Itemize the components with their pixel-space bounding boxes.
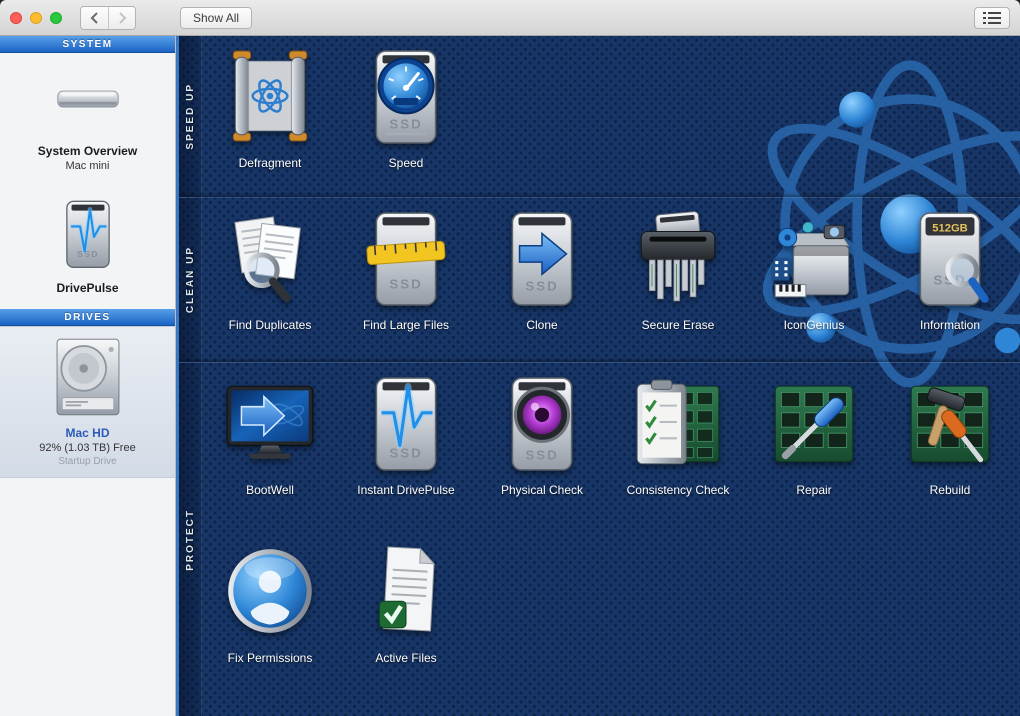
tool-label: Physical Check <box>500 483 584 497</box>
view-toggle-button[interactable] <box>974 6 1010 29</box>
bootwell-icon <box>219 365 321 481</box>
sidebar-item-system-overview[interactable]: System Overview Mac mini <box>0 53 175 172</box>
section-label: SPEED UP <box>184 83 196 150</box>
tool-physical-check[interactable]: SSD Physical Check <box>474 365 610 533</box>
forward-button[interactable] <box>108 6 135 29</box>
tool-label: IconGenius <box>783 318 845 332</box>
section-rail-clean-up: CLEAN UP <box>179 198 202 362</box>
sidebar-item-subtitle: 92% (1.03 TB) Free <box>39 442 136 454</box>
speed-icon: SSD <box>355 38 457 154</box>
main-panel: SPEED UP Defragment SSD Speed CLEAN UP F… <box>176 36 1020 716</box>
tool-label: Speed <box>388 156 424 170</box>
tool-label: Repair <box>796 483 832 497</box>
tool-label: Instant DrivePulse <box>357 483 455 497</box>
sidebar-item-title: DrivePulse <box>56 281 119 295</box>
fix-permissions-icon <box>219 533 321 649</box>
show-all-label: Show All <box>193 10 240 25</box>
tool-find-large-files[interactable]: SSD Find Large Files <box>338 200 474 350</box>
hard-drive-icon <box>56 338 119 416</box>
sidebar-item-drivepulse[interactable]: SSD DrivePulse <box>0 196 175 309</box>
zoom-button[interactable] <box>50 11 62 24</box>
tool-rebuild[interactable]: Rebuild <box>882 365 1018 533</box>
chevron-left-icon <box>90 11 98 24</box>
traffic-lights <box>10 11 62 24</box>
capacity-label: 512GB <box>932 222 968 234</box>
tool-fix-permissions[interactable]: Fix Permissions <box>202 533 338 701</box>
tool-label: Find Duplicates <box>228 318 312 332</box>
rebuild-icon <box>899 365 1001 481</box>
sidebar-item-title: System Overview <box>37 144 138 158</box>
find-duplicates-icon <box>219 200 321 316</box>
nav-buttons <box>80 5 136 30</box>
tool-clone[interactable]: SSD Clone <box>474 200 610 350</box>
tool-label: Consistency Check <box>626 483 730 497</box>
section-protect: PROTECT BootWell SSD Instant DrivePulse … <box>179 362 1020 716</box>
tool-label: Rebuild <box>929 483 971 497</box>
tool-label: Fix Permissions <box>227 651 313 665</box>
tool-label: Find Large Files <box>362 318 450 332</box>
tool-consistency-check[interactable]: Consistency Check <box>610 365 746 533</box>
tool-find-duplicates[interactable]: Find Duplicates <box>202 200 338 350</box>
consistency-check-icon <box>627 365 729 481</box>
title-bar: Show All <box>0 0 1020 36</box>
tool-label: Clone <box>526 318 558 332</box>
tool-bootwell[interactable]: BootWell <box>202 365 338 533</box>
instant-drivepulse-icon: SSD <box>355 365 457 481</box>
section-rail-protect: PROTECT <box>179 363 202 716</box>
tool-label: Information <box>919 318 981 332</box>
find-large-files-icon: SSD <box>355 200 457 316</box>
tool-instant-drivepulse[interactable]: SSD Instant DrivePulse <box>338 365 474 533</box>
list-view-icon <box>983 11 1001 24</box>
sidebar-item-mac-hd[interactable]: Mac HD 92% (1.03 TB) Free Startup Drive <box>0 326 175 478</box>
sidebar-item-title: Mac HD <box>65 426 110 440</box>
section-clean-up: CLEAN UP Find Duplicates SSD Find Large … <box>179 197 1020 362</box>
app-window: Show All SYSTEM System Overview Mac mini <box>0 0 1020 716</box>
ssd-label: SSD <box>77 249 99 259</box>
tool-information[interactable]: 512GB SSD Information <box>882 200 1018 350</box>
tool-secure-erase[interactable]: Secure Erase <box>610 200 746 350</box>
tool-label: Active Files <box>375 651 437 665</box>
repair-icon <box>763 365 865 481</box>
ssd-label: SSD <box>525 279 558 294</box>
close-button[interactable] <box>10 11 22 24</box>
active-files-icon <box>355 533 457 649</box>
drivepulse-icon: SSD <box>65 200 110 268</box>
secure-erase-icon <box>627 200 729 316</box>
sidebar-item-subtitle: Mac mini <box>65 160 110 172</box>
tool-label: BootWell <box>246 483 294 497</box>
chevron-right-icon <box>118 11 126 24</box>
minimize-button[interactable] <box>30 11 42 24</box>
tool-active-files[interactable]: Active Files <box>338 533 474 701</box>
clone-icon: SSD <box>491 200 593 316</box>
tool-icongenius[interactable]: IconGenius <box>746 200 882 350</box>
mac-mini-icon <box>56 90 119 108</box>
tool-speed[interactable]: SSD Speed <box>338 38 474 188</box>
icongenius-icon <box>763 200 865 316</box>
ssd-label: SSD <box>389 117 422 132</box>
ssd-label: SSD <box>525 448 558 463</box>
information-icon: 512GB SSD <box>899 200 1001 316</box>
show-all-button[interactable]: Show All <box>180 6 253 29</box>
sidebar: SYSTEM System Overview Mac mini SSD Driv… <box>0 36 176 716</box>
tool-defragment[interactable]: Defragment <box>202 38 338 188</box>
ssd-label: SSD <box>389 446 422 461</box>
tool-label: Defragment <box>238 156 302 170</box>
tool-label: Secure Erase <box>641 318 715 332</box>
section-label: PROTECT <box>184 508 196 571</box>
defragment-icon <box>219 38 321 154</box>
physical-check-icon: SSD <box>491 365 593 481</box>
sidebar-header-system: SYSTEM <box>0 36 175 53</box>
ssd-label: SSD <box>389 277 422 292</box>
back-button[interactable] <box>81 6 108 29</box>
tool-repair[interactable]: Repair <box>746 365 882 533</box>
section-label: CLEAN UP <box>184 246 196 314</box>
sidebar-item-note: Startup Drive <box>58 456 117 467</box>
section-rail-speed-up: SPEED UP <box>179 36 202 197</box>
sidebar-header-drives: DRIVES <box>0 309 175 326</box>
section-speed-up: SPEED UP Defragment SSD Speed <box>179 36 1020 197</box>
